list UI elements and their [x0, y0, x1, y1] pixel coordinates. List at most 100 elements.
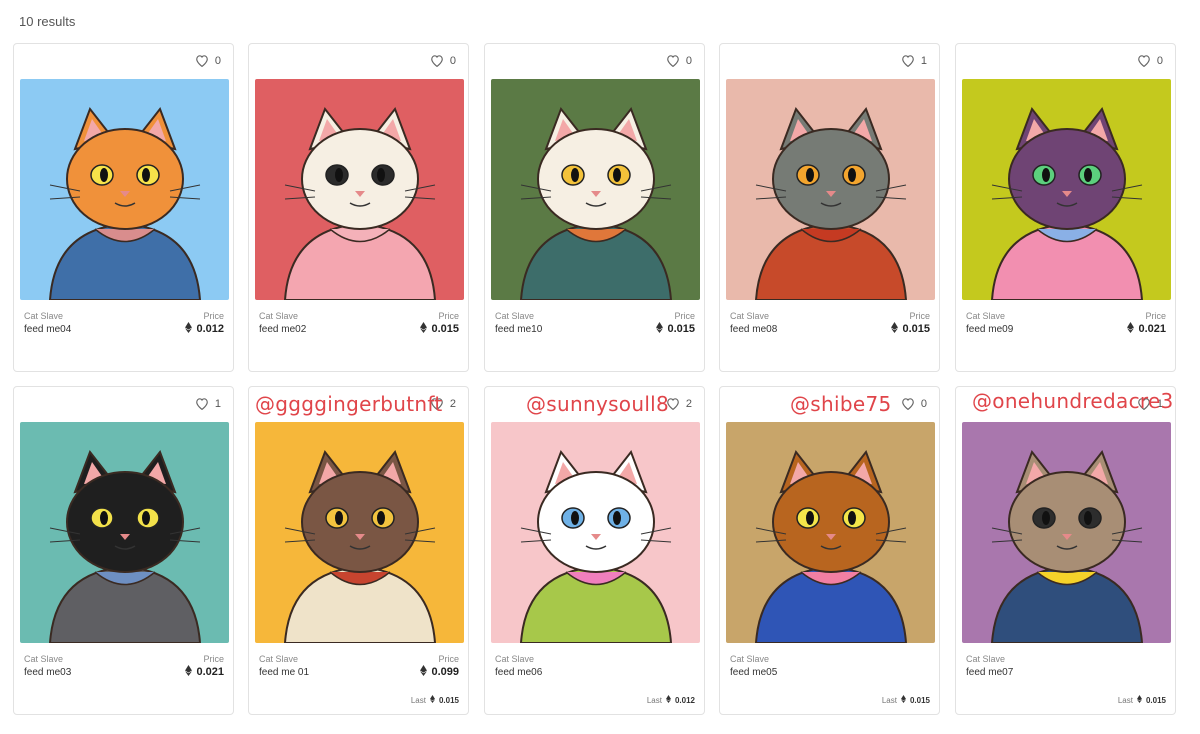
item-name[interactable]: feed me10 [495, 324, 542, 335]
price-value: 0.021 [185, 665, 224, 679]
collection-name[interactable]: Cat Slave [966, 654, 1005, 664]
price-label: Price [203, 311, 224, 321]
heart-icon [195, 54, 209, 67]
price-value: 0.015 [891, 322, 930, 336]
collection-name[interactable]: Cat Slave [495, 654, 534, 664]
item-name[interactable]: feed me08 [730, 324, 777, 335]
item-name[interactable]: feed me02 [259, 324, 306, 335]
eth-icon [1136, 695, 1142, 705]
item-name[interactable]: feed me09 [966, 324, 1013, 335]
price-amount: 0.015 [902, 323, 930, 335]
last-sale: Last 0.015 [411, 695, 459, 705]
card-image[interactable] [491, 422, 700, 643]
last-amount: 0.015 [438, 695, 459, 705]
card-image[interactable] [962, 79, 1171, 300]
card-image[interactable] [20, 422, 229, 643]
item-name[interactable]: feed me05 [730, 667, 777, 678]
favorite-button[interactable]: 0 [430, 54, 456, 67]
item-name[interactable]: feed me06 [495, 667, 542, 678]
collection-name[interactable]: Cat Slave [24, 654, 63, 664]
collection-name[interactable]: Cat Slave [730, 654, 769, 664]
nft-card[interactable]: 0 [484, 43, 705, 372]
cat-artwork [962, 79, 1171, 300]
eth-icon [185, 322, 193, 336]
like-count: 1 [214, 397, 221, 410]
price-label: Price [203, 654, 224, 664]
cat-artwork [491, 422, 700, 643]
favorite-button[interactable]: 0 [195, 54, 221, 67]
nft-card[interactable]: 2 [484, 386, 705, 715]
eth-icon [420, 322, 428, 336]
item-name[interactable]: feed me 01 [259, 667, 309, 678]
collection-name[interactable]: Cat Slave [730, 311, 769, 321]
cat-artwork [255, 422, 464, 643]
heart-icon [901, 397, 915, 410]
collection-name[interactable]: Cat Slave [259, 311, 298, 321]
nft-card[interactable]: 1 [719, 43, 940, 372]
price-amount: 0.021 [1138, 323, 1166, 335]
collection-name[interactable]: Cat Slave [259, 654, 298, 664]
price-label: Price [909, 311, 930, 321]
heart-icon [1137, 54, 1151, 67]
last-amount: 0.015 [909, 695, 930, 705]
favorite-button[interactable]: 0 [901, 397, 927, 410]
cat-artwork [726, 422, 935, 643]
last-sale: Last 0.012 [647, 695, 695, 705]
like-count: 2 [685, 397, 692, 410]
item-name[interactable]: feed me03 [24, 667, 71, 678]
creator-handle-overlay: @ggggingerbutnft [255, 392, 443, 416]
favorite-button[interactable]: 1 [195, 397, 221, 410]
price-amount: 0.015 [431, 323, 459, 335]
nft-card[interactable]: 0 [719, 386, 940, 715]
nft-card[interactable]: 1 [955, 386, 1176, 715]
price-value: 0.099 [420, 665, 459, 679]
price-amount: 0.099 [431, 666, 459, 678]
card-image[interactable] [20, 79, 229, 300]
eth-icon [185, 665, 193, 679]
eth-icon [420, 665, 428, 679]
favorite-button[interactable]: 0 [1137, 54, 1163, 67]
like-count: 0 [1156, 54, 1163, 67]
like-count: 0 [449, 54, 456, 67]
heart-icon [901, 54, 915, 67]
card-image[interactable] [255, 79, 464, 300]
cat-artwork [962, 422, 1171, 643]
favorite-button[interactable]: 0 [666, 54, 692, 67]
like-count: 0 [685, 54, 692, 67]
like-count: 1 [920, 54, 927, 67]
collection-name[interactable]: Cat Slave [966, 311, 1005, 321]
card-image[interactable] [726, 422, 935, 643]
card-image[interactable] [491, 79, 700, 300]
nft-card[interactable]: 0 [248, 43, 469, 372]
creator-handle-overlay: @shibe75 [790, 392, 892, 416]
heart-icon [195, 397, 209, 410]
like-count: 0 [920, 397, 927, 410]
nft-card-grid: 0 Cat Slave feed me04 Price 0.012 0 Cat … [13, 43, 1179, 717]
collection-name[interactable]: Cat Slave [495, 311, 534, 321]
item-name[interactable]: feed me07 [966, 667, 1013, 678]
favorite-button[interactable]: 2 [666, 397, 692, 410]
card-image[interactable] [962, 422, 1171, 643]
heart-icon [430, 54, 444, 67]
price-amount: 0.021 [196, 666, 224, 678]
heart-icon [666, 54, 680, 67]
last-label: Last [646, 695, 662, 705]
nft-card[interactable]: 0 [955, 43, 1176, 372]
collection-name[interactable]: Cat Slave [24, 311, 63, 321]
last-amount: 0.012 [674, 695, 695, 705]
favorite-button[interactable]: 1 [901, 54, 927, 67]
nft-card[interactable]: 2 [248, 386, 469, 715]
item-name[interactable]: feed me04 [24, 324, 71, 335]
card-image[interactable] [726, 79, 935, 300]
eth-icon [429, 695, 435, 705]
last-sale: Last 0.015 [882, 695, 930, 705]
card-image[interactable] [255, 422, 464, 643]
price-value: 0.015 [656, 322, 695, 336]
cat-artwork [491, 79, 700, 300]
nft-card[interactable]: 1 [13, 386, 234, 715]
cat-artwork [20, 79, 229, 300]
price-amount: 0.012 [196, 323, 224, 335]
last-sale: Last 0.015 [1118, 695, 1166, 705]
nft-card[interactable]: 0 [13, 43, 234, 372]
last-label: Last [1117, 695, 1133, 705]
